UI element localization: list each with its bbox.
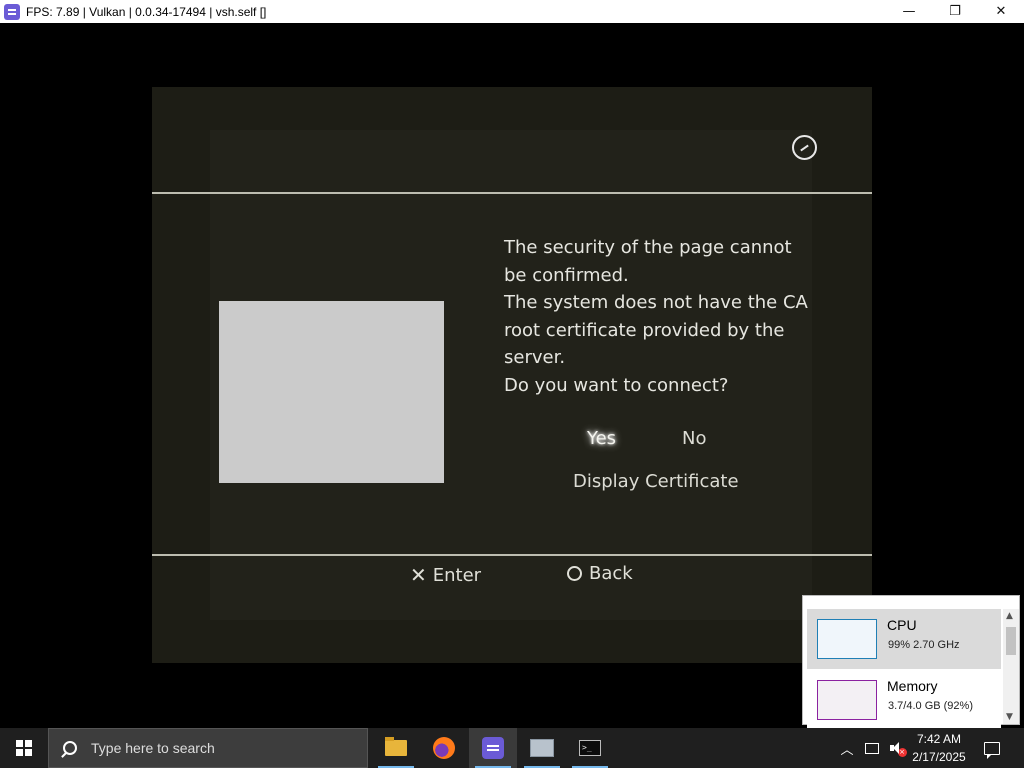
cpu-graph	[817, 619, 877, 659]
clock-time: 7:42 AM	[916, 732, 962, 746]
scrollbar-thumb[interactable]	[1006, 627, 1016, 655]
mute-x-icon: ×	[897, 748, 907, 757]
memory-value: 3.7/4.0 GB (92%)	[888, 700, 973, 712]
show-hidden-icons-chevron[interactable]: ︿	[838, 728, 856, 768]
browser-compass-icon	[792, 135, 817, 160]
volume-muted-icon: ×	[889, 742, 907, 757]
taskbar-clock[interactable]: 7:42 AM 2/17/2025	[908, 730, 970, 766]
cpu-label: CPU	[887, 617, 917, 633]
window-title: FPS: 7.89 | Vulkan | 0.0.34-17494 | vsh.…	[26, 4, 267, 19]
terminal-button[interactable]: >_	[566, 728, 614, 768]
memory-performance-item[interactable]: Memory 3.7/4.0 GB (92%)	[807, 670, 1001, 730]
action-center-button[interactable]	[978, 728, 1006, 768]
firefox-button[interactable]	[420, 728, 468, 768]
message-line: The security of the page cannot	[504, 237, 792, 258]
task-manager-widget: CPU 99% 2.70 GHz Memory 3.7/4.0 GB (92%)…	[802, 595, 1020, 730]
rpcs3-app-icon	[4, 3, 20, 20]
network-tray-button[interactable]	[862, 728, 882, 768]
firefox-icon	[433, 737, 455, 759]
security-message: The security of the page cannot be confi…	[504, 234, 814, 399]
scroll-down-icon[interactable]: ▼	[1006, 712, 1013, 722]
circle-button-icon	[567, 566, 582, 581]
window-titlebar[interactable]: FPS: 7.89 | Vulkan | 0.0.34-17494 | vsh.…	[0, 0, 1024, 23]
display-certificate-option[interactable]: Display Certificate	[573, 471, 739, 492]
maximize-button[interactable]: ❐	[932, 0, 978, 23]
cpu-value: 99% 2.70 GHz	[888, 639, 960, 651]
clock-date: 2/17/2025	[912, 750, 966, 764]
taskbar-search-box[interactable]: Type here to search	[48, 728, 368, 768]
terminal-icon: >_	[579, 740, 601, 756]
rpcs3-icon	[482, 737, 504, 759]
memory-label: Memory	[887, 678, 938, 694]
file-explorer-button[interactable]	[372, 728, 420, 768]
message-line: be confirmed.	[504, 264, 629, 286]
dialog-top-divider	[152, 192, 872, 194]
close-button[interactable]: ✕	[978, 0, 1024, 23]
minimize-button[interactable]: —	[886, 0, 932, 23]
network-icon	[530, 739, 554, 757]
yes-option[interactable]: Yes	[587, 428, 616, 449]
thumbnail-placeholder	[219, 301, 444, 483]
notification-icon	[984, 741, 1000, 759]
memory-graph	[817, 680, 877, 720]
windows-logo-icon	[16, 740, 32, 756]
back-hint-label: Back	[589, 563, 633, 584]
network-status-icon	[865, 742, 879, 754]
rpcs3-taskbar-button[interactable]	[469, 728, 517, 768]
file-explorer-icon	[385, 737, 407, 756]
network-app-button[interactable]	[518, 728, 566, 768]
search-placeholder: Type here to search	[91, 740, 215, 756]
search-icon	[63, 741, 77, 755]
message-line: server.	[504, 347, 566, 368]
dialog-bottom-divider	[152, 554, 872, 556]
message-line: The system does not have the CA	[504, 292, 808, 313]
enter-hint-label: Enter	[432, 564, 482, 586]
windows-taskbar: Type here to search >_ ︿ × 7:42 AM 2/17/…	[0, 728, 1024, 768]
back-hint: Back	[567, 563, 633, 584]
cross-button-icon: ✕	[410, 563, 427, 587]
cpu-performance-item[interactable]: CPU 99% 2.70 GHz	[807, 609, 1001, 669]
no-option[interactable]: No	[682, 428, 706, 449]
volume-tray-button[interactable]: ×	[885, 728, 907, 768]
message-line: root certificate provided by the	[504, 319, 785, 341]
task-manager-scrollbar[interactable]: ▲ ▼	[1003, 609, 1019, 724]
message-line: Do you want to connect?	[504, 374, 729, 396]
scroll-up-icon[interactable]: ▲	[1006, 611, 1013, 621]
enter-hint: ✕ Enter	[410, 563, 481, 587]
start-button[interactable]	[0, 728, 48, 768]
